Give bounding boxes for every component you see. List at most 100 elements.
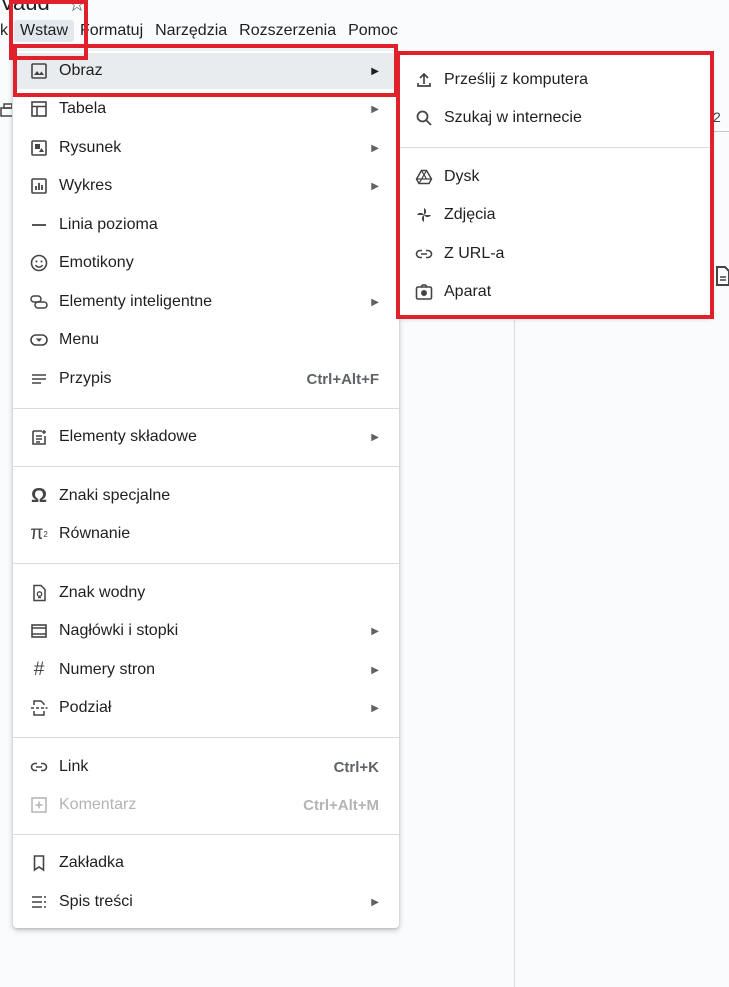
menu-item-watermark[interactable]: Znak wodny (13, 575, 399, 611)
submenu-item-drive[interactable]: Dysk (399, 159, 711, 195)
submenu-item-label: Zdjęcia (444, 206, 496, 223)
menu-item-label: Wykres (59, 177, 113, 194)
submenu-divider (399, 147, 711, 148)
omega-icon: Ω (30, 484, 48, 507)
image-submenu: Prześlij z komputera Szukaj w internecie… (399, 54, 711, 316)
menu-format[interactable]: Formatuj (74, 20, 149, 42)
menu-item-headers-footers[interactable]: Nagłówki i stopki ▶ (13, 613, 399, 649)
menu-item-special-characters[interactable]: Ω Znaki specjalne (13, 478, 399, 514)
menu-item-table[interactable]: Tabela ▶ (13, 91, 399, 127)
menu-item-label: Zakładka (59, 854, 124, 871)
search-icon (415, 109, 433, 127)
submenu-item-photos[interactable]: Zdjęcia (399, 197, 711, 233)
footnote-icon (30, 370, 48, 388)
submenu-arrow-icon: ▶ (371, 625, 379, 637)
menu-item-label: Równanie (59, 525, 131, 542)
submenu-item-label: Szukaj w internecie (444, 109, 582, 126)
link-icon (30, 758, 48, 776)
submenu-item-camera[interactable]: Aparat (399, 274, 711, 310)
menu-item-table-of-contents[interactable]: Spis treści ▶ (13, 884, 399, 920)
submenu-item-url[interactable]: Z URL-a (399, 236, 711, 272)
menu-item-page-numbers[interactable]: # Numery stron ▶ (13, 652, 399, 688)
submenu-arrow-icon: ▶ (371, 296, 379, 308)
menu-item-bookmark[interactable]: Zakładka (13, 845, 399, 881)
photos-pinwheel-icon (415, 206, 433, 224)
menu-divider (13, 834, 399, 835)
menu-edit-fragment[interactable]: k (0, 20, 14, 42)
menu-divider (13, 563, 399, 564)
shortcut-label: Ctrl+K (333, 758, 379, 776)
link-icon (415, 245, 433, 263)
watermark-icon (30, 584, 48, 602)
upload-icon (415, 71, 433, 89)
header-footer-icon (30, 622, 48, 640)
menu-item-horizontal-line[interactable]: Linia pozioma (13, 207, 399, 243)
submenu-arrow-icon: ▶ (371, 896, 379, 908)
menu-item-image[interactable]: Obraz ▶ (13, 53, 399, 89)
shortcut-label: Ctrl+Alt+F (306, 370, 379, 388)
document-title[interactable]: Vaud (0, 0, 50, 16)
drive-icon (415, 168, 433, 186)
menu-item-emoji[interactable]: Emotikony (13, 245, 399, 281)
ruler-number: 2 (713, 109, 721, 125)
submenu-item-label: Prześlij z komputera (444, 71, 589, 88)
smart-chips-icon (30, 293, 48, 311)
menu-item-label: Znak wodny (59, 584, 146, 601)
menu-item-label: Podział (59, 699, 112, 716)
menu-item-smart-chips[interactable]: Elementy inteligentne ▶ (13, 284, 399, 320)
menu-divider (13, 737, 399, 738)
menu-item-label: Elementy inteligentne (59, 293, 212, 310)
menu-item-label: Obraz (59, 62, 103, 79)
menu-item-link[interactable]: Link Ctrl+K (13, 749, 399, 785)
submenu-arrow-icon: ▶ (371, 65, 379, 77)
menu-item-label: Nagłówki i stopki (59, 622, 179, 639)
menu-divider (13, 408, 399, 409)
break-icon (30, 699, 48, 717)
submenu-arrow-icon: ▶ (371, 702, 379, 714)
submenu-arrow-icon: ▶ (371, 664, 379, 676)
shortcut-label: Ctrl+Alt+M (303, 796, 379, 814)
drawing-icon (30, 139, 48, 157)
submenu-item-search-web[interactable]: Szukaj w internecie (399, 100, 711, 136)
add-comment-icon (30, 796, 48, 814)
menu-item-dropdown[interactable]: Menu (13, 322, 399, 358)
menu-tools[interactable]: Narzędzia (149, 20, 233, 42)
menu-item-label: Linia pozioma (59, 216, 158, 233)
camera-icon (415, 283, 433, 301)
menu-item-label: Tabela (59, 100, 107, 117)
table-icon (30, 100, 48, 118)
submenu-item-upload[interactable]: Prześlij z komputera (399, 62, 711, 98)
submenu-arrow-icon: ▶ (371, 431, 379, 443)
menu-insert[interactable]: Wstaw (14, 20, 74, 42)
menu-item-comment[interactable]: Komentarz Ctrl+Alt+M (13, 787, 399, 823)
insert-menu: Obraz ▶ Tabela ▶ Rysunek ▶ Wykres ▶ Lini… (13, 51, 399, 928)
star-icon[interactable]: ☆ (68, 0, 86, 17)
emoji-icon (30, 254, 48, 272)
building-blocks-icon (30, 428, 48, 446)
menu-item-chart[interactable]: Wykres ▶ (13, 168, 399, 204)
submenu-item-label: Z URL-a (444, 245, 505, 262)
menu-item-equation[interactable]: π2 Równanie (13, 516, 399, 552)
pi-icon: π2 (30, 523, 48, 544)
menu-item-footnote[interactable]: Przypis Ctrl+Alt+F (13, 361, 399, 397)
menu-item-label: Emotikony (59, 254, 134, 271)
menu-item-break[interactable]: Podział ▶ (13, 690, 399, 726)
menubar: k Wstaw Formatuj Narzędzia Rozszerzenia … (0, 18, 404, 44)
submenu-item-label: Dysk (444, 168, 480, 185)
menu-item-label: Spis treści (59, 893, 133, 910)
chart-icon (30, 177, 48, 195)
menu-item-label: Znaki specjalne (59, 487, 171, 504)
print-icon[interactable] (0, 102, 12, 120)
menu-item-label: Elementy składowe (59, 428, 197, 445)
menu-divider (13, 466, 399, 467)
menu-item-label: Przypis (59, 370, 112, 387)
menu-item-label: Komentarz (59, 796, 137, 813)
submenu-arrow-icon: ▶ (371, 180, 379, 192)
menu-extensions[interactable]: Rozszerzenia (233, 20, 342, 42)
menu-item-building-blocks[interactable]: Elementy składowe ▶ (13, 419, 399, 455)
menu-help[interactable]: Pomoc (342, 20, 404, 42)
menu-item-label: Menu (59, 331, 100, 348)
page-edge (514, 320, 515, 987)
menu-item-drawing[interactable]: Rysunek ▶ (13, 130, 399, 166)
document-outline-icon[interactable] (713, 265, 729, 287)
